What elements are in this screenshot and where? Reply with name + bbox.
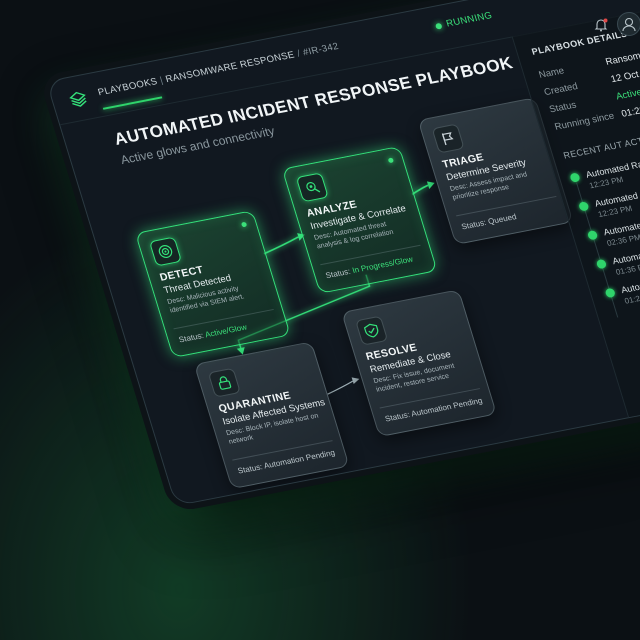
running-since-label: Running since: [553, 110, 616, 133]
avatar[interactable]: [617, 12, 640, 36]
user-icon: [622, 17, 636, 32]
status-label: Status:: [324, 266, 352, 281]
live-indicator: [240, 221, 248, 228]
status-value: Active: [614, 86, 640, 103]
radar-icon: [148, 236, 183, 267]
created-value: 12 Oct 2023: [609, 65, 640, 86]
status-value: Active/Glow: [203, 322, 249, 340]
action-text: Automated Ransomware: [584, 151, 640, 180]
arrow-analyze-triage: [426, 181, 435, 190]
running-since-value: 01:23:45: [620, 102, 640, 120]
check-circle-icon: [586, 230, 599, 241]
gear-search-icon: [295, 172, 329, 203]
stage-status: Status: Automation Pending: [237, 448, 337, 475]
dashboard-window: PLAYBOOKS|RANSOMWARE RESPONSE/#IR-342 RU…: [45, 0, 640, 507]
recent-actions-header: RECENT AUT ACTIONS: [562, 131, 640, 161]
flag-icon: [431, 123, 465, 154]
name-value: Ransomware Defense: [604, 39, 640, 68]
check-circle-icon: [578, 201, 590, 212]
connector-detect-analyze: [263, 236, 299, 255]
created-label: Created: [542, 81, 580, 99]
status-label: Status:: [460, 217, 488, 232]
stage-status: Status: In Progress/Glow: [324, 255, 414, 281]
status-label: Status: [548, 99, 578, 116]
check-circle-icon: [595, 258, 608, 270]
status-label: Status:: [236, 462, 264, 476]
stage-status: Status: Automation Pending: [384, 396, 484, 423]
shield-check-icon: [355, 315, 389, 346]
details-header: PLAYBOOK DETAILS: [530, 28, 629, 57]
check-circle-icon: [569, 172, 581, 183]
arrow-quarantine-resolve: [351, 377, 360, 385]
status-value: Queued: [487, 212, 518, 227]
check-circle-icon: [604, 287, 616, 299]
name-label: Name: [537, 65, 566, 81]
lock-icon: [207, 367, 241, 398]
connector-quarantine-resolve: [327, 380, 354, 395]
status-label: Status:: [383, 410, 411, 424]
stage: PLAYBOOKS|RANSOMWARE RESPONSE/#IR-342 RU…: [0, 0, 640, 640]
status-label: Status:: [177, 330, 205, 345]
stage-status: Status: Queued: [460, 212, 517, 231]
live-indicator: [387, 157, 395, 164]
status-value: In Progress/Glow: [351, 254, 415, 276]
bell-icon[interactable]: [594, 18, 608, 32]
